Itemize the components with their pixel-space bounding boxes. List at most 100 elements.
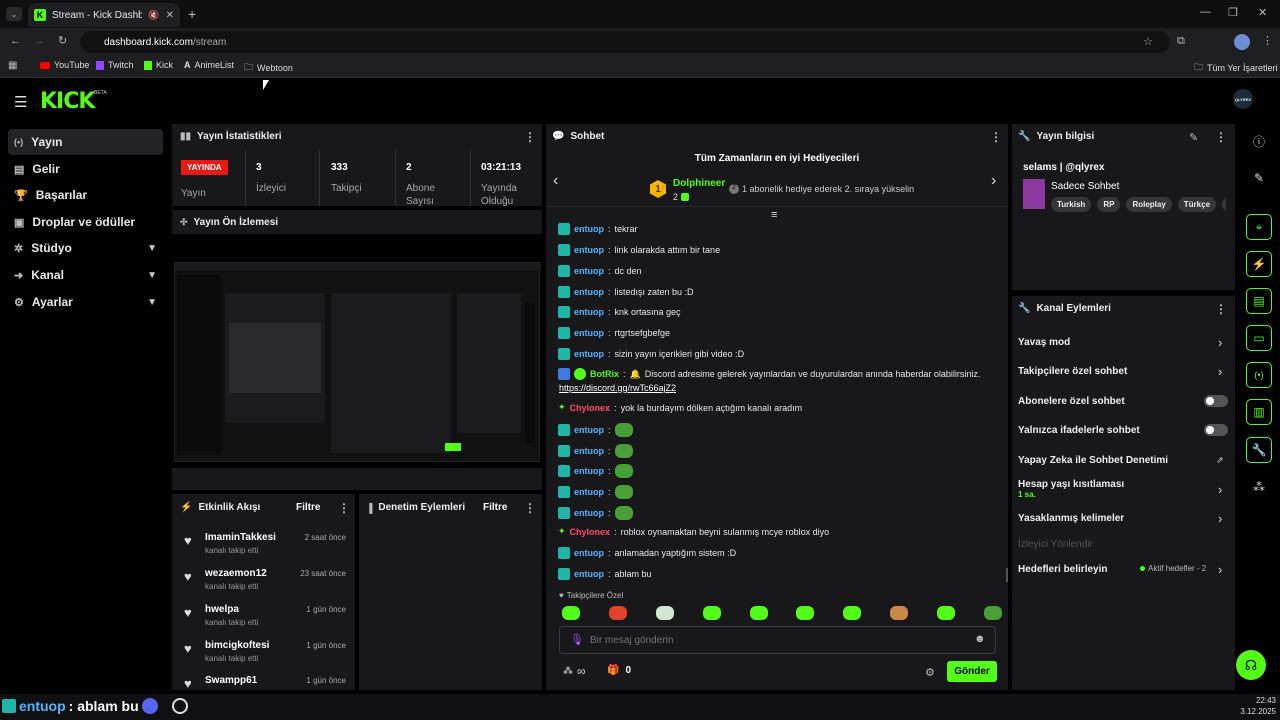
gift-indicator[interactable]: 🎁 0 xyxy=(607,665,631,676)
chevron-left-icon[interactable]: ‹ xyxy=(553,172,558,190)
feed-item-name[interactable]: hwelpa xyxy=(205,604,239,615)
bookmark-youtube[interactable]: YouTube xyxy=(40,60,89,70)
chevron-right-icon[interactable]: › xyxy=(991,172,996,190)
emoji-icon[interactable]: ☻ xyxy=(974,633,986,645)
chat-username[interactable]: entuop xyxy=(574,266,604,276)
emote-icon[interactable] xyxy=(937,606,955,620)
maximize-icon[interactable]: ❐ xyxy=(1228,6,1238,19)
emote-icon[interactable] xyxy=(890,606,909,620)
send-button[interactable]: Gönder xyxy=(947,661,997,682)
sidebar-item-kanal[interactable]: ➜ Kanal ▼ xyxy=(8,262,163,288)
chevron-right-icon[interactable]: › xyxy=(1218,562,1222,577)
edit-icon[interactable]: ✎ xyxy=(1246,165,1272,191)
feed-item-name[interactable]: bimcigkoftesi xyxy=(205,640,269,651)
chat-username[interactable]: entuop xyxy=(574,508,604,518)
stream-info-menu-icon[interactable]: ⋮ xyxy=(1215,130,1227,144)
chevron-right-icon[interactable]: › xyxy=(1218,335,1222,350)
support-headset-icon[interactable]: ☊ xyxy=(1236,650,1266,680)
slow-mode-item[interactable]: Yavaş mod xyxy=(1018,337,1070,348)
chat-username[interactable]: entuop xyxy=(574,224,604,234)
chat-username[interactable]: entuop xyxy=(574,466,604,476)
hamburger-menu-icon[interactable]: ☰ xyxy=(14,93,27,111)
chat-input[interactable] xyxy=(590,632,960,648)
bookmark-animelist[interactable]: A AnimeList xyxy=(184,60,234,70)
chat-username[interactable]: entuop xyxy=(574,548,604,558)
all-bookmarks[interactable]: 🗀 Tüm Yer İşaretleri xyxy=(1194,60,1278,76)
emote-icon[interactable] xyxy=(983,606,1002,620)
emote-icon[interactable] xyxy=(562,606,580,620)
chat-menu-icon[interactable]: ⋮ xyxy=(990,130,1002,144)
avatar[interactable]: QLYREX xyxy=(1233,89,1253,109)
browser-tab[interactable]: K Stream - Kick Dashboard 🔇 ✕ xyxy=(28,3,180,27)
followers-chat-item[interactable]: Takipçilere özel sohbet xyxy=(1018,366,1127,377)
sidebar-item-yayin[interactable]: (•) Yayın xyxy=(8,129,163,155)
chat-username[interactable]: entuop xyxy=(574,245,604,255)
bot-link[interactable]: https://discord.gg/rwTc66ajZ2 xyxy=(559,383,676,393)
chat-settings-icon[interactable]: ⚙ xyxy=(925,666,935,679)
tag-chip[interactable]: RP xyxy=(1097,197,1121,212)
profile-avatar[interactable] xyxy=(1234,34,1250,50)
wrench-icon[interactable]: 🔧 xyxy=(1246,437,1272,463)
url-field[interactable]: dashboard.kick.com/stream xyxy=(80,31,1170,53)
reload-icon[interactable]: ↻ xyxy=(58,34,67,47)
bolt-icon[interactable]: ⚡ xyxy=(1246,251,1272,277)
emote-icon[interactable] xyxy=(702,606,721,620)
stats-menu-icon[interactable]: ⋮ xyxy=(524,130,536,144)
chat-username[interactable]: Chylonex xyxy=(570,403,611,413)
activity-menu-icon[interactable]: ⋮ xyxy=(338,501,350,515)
sidebar-item-ayarlar[interactable]: ⚙ Ayarlar ▼ xyxy=(8,289,163,315)
kick-logo[interactable]: KICK xyxy=(40,89,95,114)
chat-username[interactable]: entuop xyxy=(574,349,604,359)
sidebar-item-studyo[interactable]: ✲ Stüdyo ▼ xyxy=(8,235,163,261)
chat-icon[interactable]: ▭ xyxy=(1246,325,1272,351)
broadcast-icon[interactable]: (•) xyxy=(1246,362,1272,388)
account-age-item[interactable]: Hesap yaşı kısıtlaması xyxy=(1018,479,1124,490)
emote-icon[interactable] xyxy=(608,606,627,620)
feed-item-name[interactable]: Swampp61 xyxy=(205,675,257,686)
sidebar-item-droplar[interactable]: ▣ Droplar ve ödüller xyxy=(8,209,163,235)
chat-username[interactable]: Chylonex xyxy=(570,527,611,537)
info-icon[interactable]: ⓘ xyxy=(1246,128,1272,154)
bookmark-webtoon[interactable]: 🗀 Webtoon xyxy=(244,60,293,76)
tab-list-icon[interactable]: ⌄ xyxy=(6,7,22,21)
chat-username[interactable]: BotRix xyxy=(590,369,619,379)
top-gifter-name[interactable]: Dolphineer xyxy=(673,178,725,189)
activity-filter-button[interactable]: Filtre xyxy=(296,502,320,513)
edit-pencil-icon[interactable]: ✎ xyxy=(1189,131,1198,144)
channel-actions-menu-icon[interactable]: ⋮ xyxy=(1215,302,1227,316)
tag-chip[interactable]: Turkish xyxy=(1051,197,1092,212)
bookmark-twitch[interactable]: Twitch xyxy=(96,60,134,70)
system-clock[interactable]: 22:43 3.12.2025 xyxy=(1236,695,1276,717)
mute-icon[interactable]: 🔇 xyxy=(148,10,159,21)
category-name[interactable]: Sadece Sohbet xyxy=(1051,181,1119,192)
subs-chat-toggle[interactable] xyxy=(1204,395,1228,407)
moderation-filter-button[interactable]: Filtre xyxy=(483,502,507,513)
stream-preview-video[interactable] xyxy=(172,234,542,468)
star-icon[interactable]: ☆ xyxy=(1143,35,1153,48)
emote-chat-toggle[interactable] xyxy=(1204,424,1228,436)
goals-item[interactable]: Hedefleri belirleyin xyxy=(1018,564,1107,575)
chat-username[interactable]: entuop xyxy=(574,328,604,338)
banned-words-item[interactable]: Yasaklanmış kelimeler xyxy=(1018,513,1124,524)
tag-chip[interactable]: Türkçe xyxy=(1177,197,1217,212)
moderation-menu-icon[interactable]: ⋮ xyxy=(524,501,536,515)
target-icon[interactable]: ⌖ xyxy=(1246,214,1272,240)
chat-username[interactable]: entuop xyxy=(574,425,604,435)
document-icon[interactable]: ▤ xyxy=(1246,288,1272,314)
points-indicator[interactable]: ⁂ ∞ xyxy=(563,664,586,678)
sidebar-item-gelir[interactable]: ▤ Gelir xyxy=(8,156,163,182)
chat-username[interactable]: entuop xyxy=(574,487,604,497)
chevron-right-icon[interactable]: › xyxy=(1218,364,1222,379)
bookmark-kick[interactable]: Kick xyxy=(144,60,173,70)
chat-username[interactable]: entuop xyxy=(574,287,604,297)
feed-item-name[interactable]: wezaemon12 xyxy=(205,568,267,579)
chevron-right-icon[interactable]: › xyxy=(1218,482,1222,497)
moderation-icon[interactable]: ▥ xyxy=(1246,399,1272,425)
apps-grid-icon[interactable]: ▦ xyxy=(8,60,17,71)
chat-username[interactable]: entuop xyxy=(574,307,604,317)
feed-item-name[interactable]: ImaminTakkesi xyxy=(205,532,276,543)
minimize-icon[interactable]: — xyxy=(1200,6,1211,18)
tag-chip[interactable]: Roleplay xyxy=(1126,197,1172,212)
emote-icon[interactable] xyxy=(749,606,768,620)
new-tab-icon[interactable]: + xyxy=(188,6,196,22)
